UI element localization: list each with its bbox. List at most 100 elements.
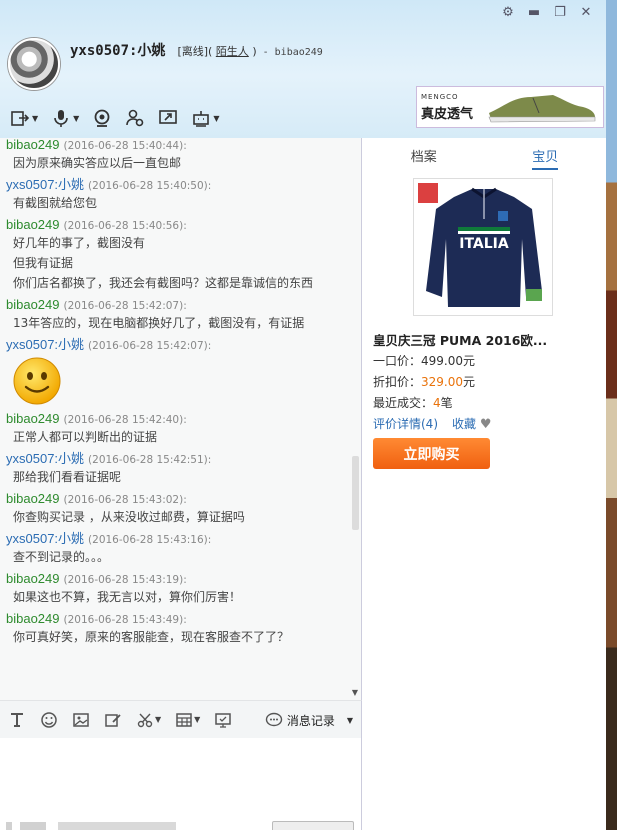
chevron-down-icon: ▼ — [32, 113, 39, 123]
send-image-button[interactable] — [72, 711, 90, 729]
message-timestamp: (2016-06-28 15:40:44): — [63, 140, 187, 152]
tab-items-label: 宝贝 — [532, 149, 559, 170]
message-text: 你查购买记录 ，从来没收过邮费，算证据吗 — [13, 510, 245, 524]
remote-desktop-button[interactable] — [214, 711, 232, 729]
bottom-status — [6, 822, 186, 830]
share-screen-button[interactable] — [158, 108, 178, 128]
peer-account: - bibao249 — [262, 47, 323, 58]
discount-price-row: 折扣价：329.00元 — [373, 373, 475, 390]
send-button[interactable] — [272, 821, 354, 830]
ad-banner[interactable]: MENGCO 真皮透气 — [416, 86, 604, 128]
smiley-face-icon — [12, 356, 62, 406]
message-text: 你可真好笑，原来的客服能查，现在客服查不了了？ — [13, 630, 290, 644]
message-sender: bibao249 — [6, 611, 60, 626]
message-timestamp: (2016-06-28 15:42:07): — [63, 300, 187, 312]
message-header: yxs0507:小姚 (2016-06-28 15:43:16): — [6, 532, 343, 547]
shoe-image — [488, 95, 596, 123]
scrollbar-thumb[interactable] — [352, 456, 359, 530]
recent-sales-row: 最近成交：4笔 — [373, 394, 453, 411]
message-header: bibao249 (2016-06-28 15:43:49): — [6, 612, 343, 627]
message-input[interactable] — [0, 738, 362, 830]
calculator-icon — [176, 712, 192, 727]
settings-gear-icon[interactable]: ⚙ — [500, 4, 516, 20]
message-header: bibao249 (2016-06-28 15:42:40): — [6, 412, 343, 427]
ad-brand: MENGCO — [421, 92, 459, 101]
message-header: bibao249 (2016-06-28 15:40:44): — [6, 138, 343, 153]
avatar[interactable] — [8, 38, 60, 90]
recent-sales-label: 最近成交： — [373, 396, 434, 410]
message-history-button[interactable]: 消息记录 ▼ — [265, 711, 353, 729]
remote-assist-button[interactable]: ▼ — [191, 108, 219, 128]
message-timestamp: (2016-06-28 15:42:51): — [88, 454, 212, 466]
chevron-down-icon: ▼ — [346, 715, 353, 725]
share-screen-icon — [159, 110, 178, 124]
robot-icon — [193, 111, 210, 127]
emoji-button[interactable] — [40, 711, 58, 729]
message-scrollbar[interactable]: ▼ — [349, 138, 361, 700]
heart-icon: ♥ — [479, 417, 492, 432]
calculator-button[interactable]: ▼ — [175, 711, 200, 729]
message-sender: yxs0507:小姚 — [6, 337, 85, 352]
product-panel: 档案 宝贝 ITALIA 皇贝庆三冠 PUMA 2016欧... 一口价：499… — [363, 138, 606, 830]
review-details-link[interactable]: 评价详情(4) — [373, 415, 438, 432]
discount-price-unit: 元 — [463, 375, 476, 389]
product-title[interactable]: 皇贝庆三冠 PUMA 2016欧... — [373, 330, 547, 349]
add-contact-button[interactable] — [125, 108, 145, 128]
history-label: 消息记录 — [286, 713, 335, 728]
smiley-icon — [41, 711, 57, 728]
message-timestamp: (2016-06-28 15:40:56): — [63, 220, 187, 232]
font-button[interactable] — [8, 711, 26, 729]
contact-info: yxs0507:小姚 [离线]( 陌生人 ) - bibao249 — [70, 40, 323, 60]
fixed-price-row: 一口价：499.00元 — [373, 352, 475, 369]
send-file-button[interactable]: ▼ — [10, 108, 38, 128]
window-controls: ⚙ ▬ ❐ ✕ — [500, 4, 594, 20]
webcam-icon — [94, 109, 110, 127]
product-links: 评价详情(4) 收藏 ♥ — [373, 415, 492, 432]
chevron-down-icon: ▼ — [155, 715, 162, 724]
message-text: 正常人都可以判断出的证据 — [13, 430, 158, 444]
message-timestamp: (2016-06-28 15:43:19): — [63, 574, 187, 586]
tab-profile-label: 档案 — [410, 149, 437, 165]
status-suffix: ) — [252, 45, 257, 58]
message-timestamp: (2016-06-28 15:40:50): — [88, 180, 212, 192]
chevron-down-icon: ▼ — [213, 113, 220, 123]
message-timestamp: (2016-06-28 15:42:07): — [88, 340, 212, 352]
chat-bubble-icon — [265, 712, 283, 727]
fixed-price-label: 一口价： — [373, 354, 422, 368]
message-list: bibao249 (2016-06-28 15:40:44): 因为原来确实答应以后… — [0, 138, 349, 700]
message-text: 好几年的事了，截图没有 — [13, 236, 146, 250]
input-toolbar: ▼ ▼ 消息记录 ▼ — [0, 700, 362, 738]
message-header: bibao249 (2016-06-28 15:42:07): — [6, 298, 343, 313]
message-text: 因为原来确实答应以后一直包邮 — [13, 156, 182, 170]
chevron-down-icon: ▼ — [73, 113, 80, 123]
tab-items[interactable]: 宝贝 — [485, 146, 607, 170]
ad-slogan: 真皮透气 — [421, 106, 474, 122]
stranger-link[interactable]: 陌生人 — [216, 45, 249, 58]
microphone-icon — [54, 110, 68, 127]
minimize-icon[interactable]: ▬ — [526, 4, 542, 20]
scroll-down-icon[interactable]: ▼ — [352, 688, 358, 697]
edit-button[interactable] — [104, 711, 122, 729]
screenshot-button[interactable]: ▼ — [136, 711, 161, 729]
favorite-link[interactable]: 收藏 ♥ — [452, 415, 492, 432]
discount-price-label: 折扣价： — [373, 375, 422, 389]
message-sender: bibao249 — [6, 491, 60, 506]
video-call-button[interactable] — [92, 108, 112, 128]
message-text: 那给我们看看证据呢 — [13, 470, 122, 484]
message-sender: bibao249 — [6, 217, 60, 232]
tab-profile[interactable]: 档案 — [363, 146, 485, 165]
font-icon — [11, 712, 23, 727]
close-icon[interactable]: ✕ — [578, 4, 594, 20]
buy-now-button[interactable]: 立即购买 — [373, 438, 490, 469]
message-header: bibao249 (2016-06-28 15:40:56): — [6, 218, 343, 233]
maximize-icon[interactable]: ❐ — [552, 4, 568, 20]
message-panel: bibao249 (2016-06-28 15:40:44): 因为原来确实答应以后… — [0, 138, 362, 700]
message-sender: bibao249 — [6, 138, 60, 152]
product-image[interactable]: ITALIA — [413, 178, 553, 316]
message-sender: bibao249 — [6, 297, 60, 312]
message-header: bibao249 (2016-06-28 15:43:02): — [6, 492, 343, 507]
message-timestamp: (2016-06-28 15:43:02): — [63, 494, 187, 506]
jersey-image: ITALIA — [414, 179, 552, 315]
edit-icon — [105, 713, 121, 727]
voice-call-button[interactable]: ▼ — [51, 108, 79, 128]
